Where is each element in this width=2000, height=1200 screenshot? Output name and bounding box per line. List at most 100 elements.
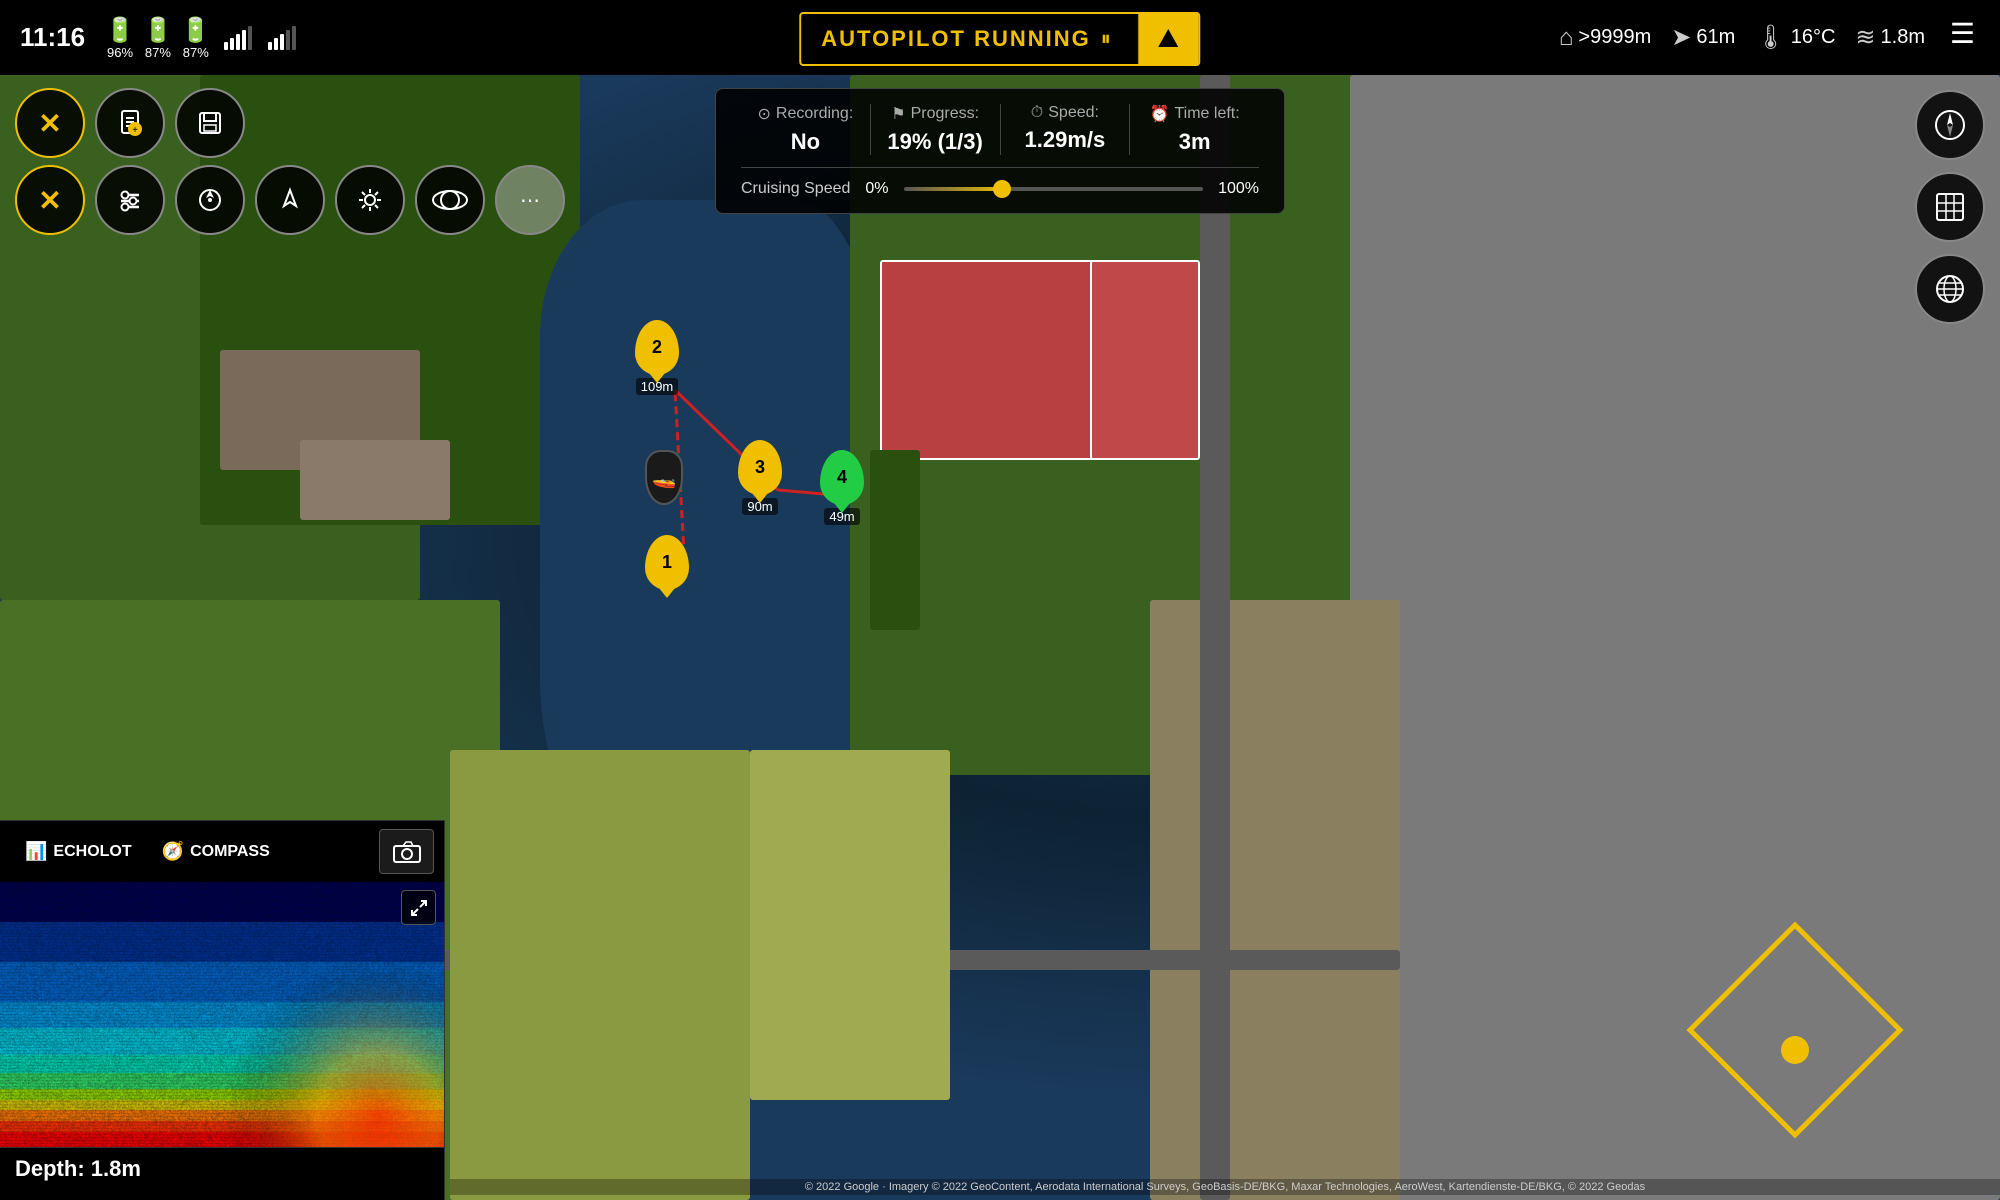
speed-label: ⏱ Speed: [1016,104,1115,122]
camera-button[interactable] [379,829,434,874]
nav-dist-value: 61m [1696,26,1735,49]
settings-button[interactable] [95,165,165,235]
speed-stat: ⏱ Speed: 1.29m/s [1001,104,1131,155]
buildings-left-2 [300,440,450,520]
battery-2: 🔋 87% [143,16,173,60]
nav-icon-2 [276,186,304,214]
boat-body: 🚤 [645,450,683,505]
nav-button-1[interactable] [175,165,245,235]
forest-right [870,450,920,630]
depth-value: 1.8m [91,1156,141,1181]
signal-stat: ≋ 1.8m [1855,23,1925,52]
expand-icon [410,899,428,917]
lens-button[interactable] [415,165,485,235]
home-icon: ⌂ [1559,24,1574,52]
map-type-icon [1934,191,1966,223]
close-button-2[interactable]: ✕ [15,165,85,235]
autopilot-text-area: AUTOPILOT RUNNING ⏸ [801,18,1130,60]
autopilot-arrow-svg [1157,27,1181,51]
map-type-button[interactable] [1915,172,1985,242]
battery-1-pct: 96% [107,45,133,60]
timeleft-label: ⏰ Time left: [1145,104,1244,124]
signal-bars [224,26,252,50]
temp-stat: 🌡 16°C [1755,23,1835,52]
compass-button[interactable] [1915,90,1985,160]
save-icon [196,109,224,137]
sonar-canvas [0,882,444,1147]
top-right-status: ⌂ >9999m ➤ 61m 🌡 16°C ≋ 1.8m [1544,0,1940,75]
progress-label: ⚑ Progress: [886,104,985,124]
signal-dist-value: 1.8m [1881,26,1925,49]
record-icon: ⊙ [757,104,770,124]
recording-stat: ⊙ Recording: No [741,104,871,155]
nav-button-2[interactable] [255,165,325,235]
expand-button[interactable] [401,890,436,925]
waypoint-2[interactable]: 2 109m [635,320,679,395]
battery-1: 🔋 96% [105,16,135,60]
altitude-stat: ⌂ >9999m [1559,24,1651,52]
waypoint-pin-1: 1 [645,535,689,590]
echolot-display [0,882,444,1147]
progress-stat: ⚑ Progress: 19% (1/3) [871,104,1001,155]
info-stats-row: ⊙ Recording: No ⚑ Progress: 19% (1/3) ⏱ … [741,104,1259,168]
left-buttons-top: ✕ + [15,88,245,158]
extra-button[interactable]: ⋯ [495,165,565,235]
nav-dist-stat: ➤ 61m [1671,23,1735,52]
flag-icon: ⚑ [891,104,905,124]
signal-icon: ≋ [1855,23,1875,52]
road-vertical [1200,75,1230,1200]
farm-field [450,750,750,1200]
settings-icon [116,186,144,214]
farm-field-2 [750,750,950,1100]
waypoint-pin-4: 4 [820,450,864,505]
recording-value: No [756,129,855,155]
copyright: © 2022 Google · Imagery © 2022 GeoConten… [450,1179,2000,1195]
waypoint-3[interactable]: 3 90m [738,440,782,515]
waypoint-pin-3: 3 [738,440,782,495]
compass-icon [1934,109,1966,141]
info-panel: ⊙ Recording: No ⚑ Progress: 19% (1/3) ⏱ … [715,88,1285,214]
cruising-label: Cruising Speed [741,180,850,198]
globe-button[interactable] [1915,254,1985,324]
tennis-courts-2 [1090,260,1200,460]
mini-map [1685,920,1905,1140]
speed-slider[interactable] [904,187,1204,191]
mini-map-svg [1685,920,1905,1140]
echolot-tab[interactable]: 📊 ECHOLOT [10,836,147,867]
lens-icon [432,189,468,211]
autopilot-label: AUTOPILOT RUNNING [821,26,1090,52]
timeleft-value: 3m [1145,129,1244,155]
echolot-panel: 📊 ECHOLOT 🧭 COMPASS Depth: [0,820,445,1200]
recording-label: ⊙ Recording: [756,104,855,124]
autopilot-arrow-button[interactable] [1139,14,1199,64]
hamburger-button[interactable]: ☰ [1940,15,1985,53]
left-buttons-bottom: ✕ [15,165,565,235]
status-time: 11:16 [20,22,85,53]
compass-tab[interactable]: 🧭 COMPASS [147,836,285,867]
boat-icon: 🚤 [645,450,683,505]
nav-icon: ➤ [1671,23,1691,52]
battery-3: 🔋 87% [181,16,211,60]
speed-icon: ⏱ [1031,104,1043,122]
wifi-signal [268,26,296,50]
autopilot-button[interactable]: AUTOPILOT RUNNING ⏸ [799,12,1200,66]
brightness-button[interactable] [335,165,405,235]
close-button-1[interactable]: ✕ [15,88,85,158]
waypoint-1[interactable]: 1 [645,535,689,590]
tennis-courts [880,260,1100,460]
temp-value: 16°C [1791,26,1836,49]
waypoint-4[interactable]: 4 49m [820,450,864,525]
speed-thumb[interactable] [993,180,1011,198]
waypoint-pin-2: 2 [635,320,679,375]
depth-label: Depth: [15,1156,85,1181]
autopilot-pause-icon: ⏸ [1101,28,1111,51]
save-button[interactable] [175,88,245,158]
progress-value: 19% (1/3) [886,129,985,155]
echolot-tab-label: ECHOLOT [53,843,131,861]
globe-icon [1934,273,1966,305]
file-button[interactable]: + [95,88,165,158]
battery-3-pct: 87% [183,45,209,60]
battery-2-pct: 87% [145,45,171,60]
cruising-speed-row: Cruising Speed 0% 100% [741,180,1259,198]
speed-value: 1.29m/s [1016,127,1115,153]
